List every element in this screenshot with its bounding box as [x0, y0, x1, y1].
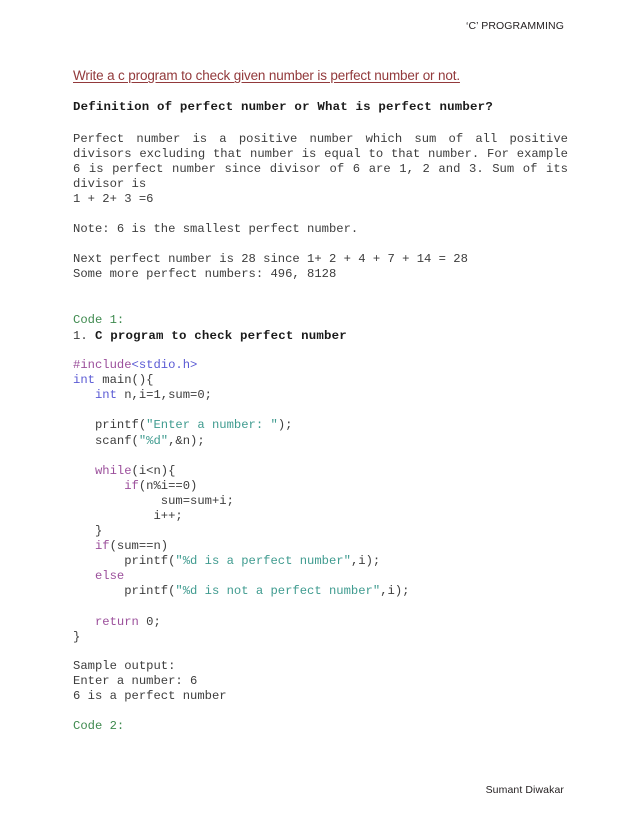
code2-label: Code 2:	[73, 719, 125, 734]
code-block-1: #include<stdio.h> int main(){ int n,i=1,s…	[73, 358, 568, 645]
code-line: sum=sum+i;	[73, 494, 568, 509]
document-page: ‘C’ PROGRAMMING Write a c program to che…	[0, 0, 638, 826]
code-token-plain: }	[73, 524, 103, 539]
more-perfect-numbers-line: Some more perfect numbers: 496, 8128	[73, 267, 337, 282]
code-token-plain: ,i);	[380, 584, 410, 599]
code-line: scanf("%d",&n);	[73, 434, 568, 449]
code-line: i++;	[73, 509, 568, 524]
code-token-string: "%d"	[138, 433, 169, 448]
code-token-plain: printf(	[73, 418, 147, 433]
code-token-plain: );	[277, 418, 293, 433]
code-line: else	[73, 569, 568, 584]
code-token-header: <stdio.h>	[131, 358, 198, 373]
code-line: if(sum==n)	[73, 539, 568, 554]
running-footer: Sumant Diwakar	[485, 784, 564, 796]
code-token-plain: scanf(	[73, 433, 139, 448]
code1-number: 1.	[73, 328, 95, 343]
note-line: Note: 6 is the smallest perfect number.	[73, 222, 359, 237]
code-token-plain: (sum==n)	[109, 539, 169, 554]
code-line: printf("%d is a perfect number",i);	[73, 554, 568, 569]
code-token-plain: printf(	[73, 554, 176, 569]
sample-output-label: Sample output:	[73, 658, 176, 673]
code-token-string: "%d is a perfect number"	[175, 554, 351, 569]
code-token-plain: (i<n){	[131, 463, 176, 478]
code-line: printf("%d is not a perfect number",i);	[73, 584, 568, 599]
code-token-keyword: if	[94, 539, 110, 554]
code1-heading: 1. C program to check perfect number	[73, 329, 568, 345]
code-token-plain: 0;	[138, 614, 161, 629]
code-token-plain: (n%i==0)	[138, 478, 198, 493]
code-token-keyword: while	[94, 463, 132, 478]
code-line: if(n%i==0)	[73, 479, 568, 494]
code-token-plain: sum=sum+i;	[73, 493, 234, 508]
code-token-type: int	[73, 373, 95, 388]
code-token-plain: main(){	[94, 373, 154, 388]
code-line: int n,i=1,sum=0;	[73, 388, 568, 403]
document-body: Write a c program to check given number …	[73, 68, 568, 734]
code1-heading-text: C program to check perfect number	[94, 328, 347, 343]
code-line: }	[73, 630, 568, 645]
page-title: Write a c program to check given number …	[73, 68, 460, 83]
code-line: printf("Enter a number: ");	[73, 418, 568, 433]
code-token-string: "Enter a number: "	[146, 418, 278, 433]
code-line: return 0;	[73, 615, 568, 630]
definition-subheading: Definition of perfect number or What is …	[73, 100, 493, 115]
code-token-plain: }	[73, 629, 81, 644]
code-line: int main(){	[73, 373, 568, 388]
code-line: #include<stdio.h>	[73, 358, 568, 373]
code-token-plain: printf(	[73, 584, 176, 599]
sample-output-line-1: Enter a number: 6	[73, 673, 198, 688]
code-token-keyword: else	[94, 569, 125, 584]
code-token-plain: ,i);	[350, 554, 381, 569]
code-token-plain: i++;	[73, 508, 183, 523]
next-perfect-number-line: Next perfect number is 28 since 1+ 2 + 4…	[73, 252, 468, 267]
code-token-plain: n,i=1,sum=0;	[116, 388, 212, 403]
code-token-keyword: if	[124, 478, 139, 493]
running-header: ‘C’ PROGRAMMING	[466, 20, 564, 32]
code-line: while(i<n){	[73, 464, 568, 479]
code1-label: Code 1:	[73, 313, 125, 328]
code-token-keyword: return	[94, 614, 139, 629]
code-line: }	[73, 524, 568, 539]
code-token-type: int	[94, 388, 117, 403]
code-token-plain: ,&n);	[168, 433, 205, 448]
sample-output-line-2: 6 is a perfect number	[73, 689, 227, 703]
code-token-string: "%d is not a perfect number"	[175, 584, 381, 599]
definition-sum-line: 1 + 2+ 3 =6	[73, 192, 154, 207]
definition-paragraph: Perfect number is a positive number whic…	[73, 131, 568, 191]
code-token-keyword: #include	[73, 358, 132, 373]
